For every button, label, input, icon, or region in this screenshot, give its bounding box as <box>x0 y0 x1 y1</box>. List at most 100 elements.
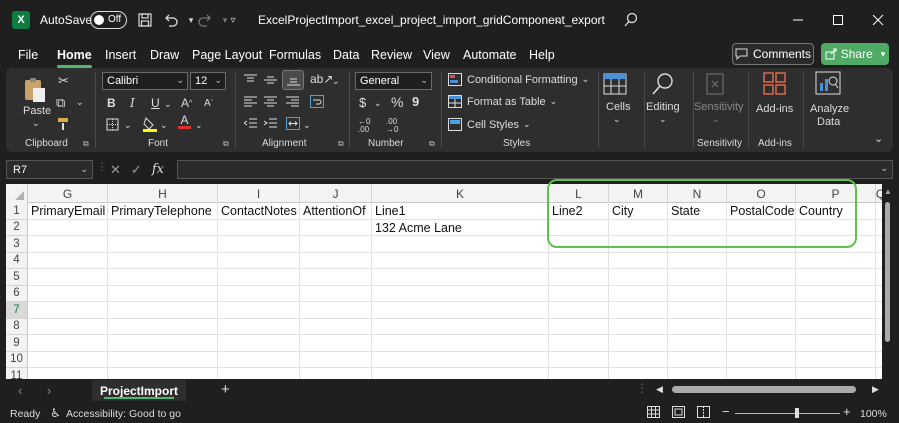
tab-help[interactable]: Help <box>529 48 555 62</box>
paste-icon[interactable] <box>22 76 48 102</box>
comments-button[interactable]: Comments <box>732 43 814 65</box>
analyze-data-label-line2[interactable]: Data <box>817 116 840 128</box>
row-header-8[interactable]: 8 <box>6 318 28 335</box>
next-sheet-icon[interactable]: › <box>47 383 51 398</box>
merge-dropdown-icon[interactable]: ⌄ <box>303 120 311 131</box>
redo-icon[interactable] <box>194 9 216 31</box>
tab-file[interactable]: File <box>18 48 38 62</box>
accessibility-icon[interactable]: ♿ <box>50 406 61 420</box>
tab-review[interactable]: Review <box>371 48 412 62</box>
copy-icon[interactable]: ⧉ <box>56 95 65 111</box>
previous-sheet-icon[interactable]: ‹ <box>18 383 22 398</box>
row-header-10[interactable]: 10 <box>6 351 28 368</box>
comma-style-icon[interactable]: 9 <box>412 94 419 109</box>
share-dropdown-icon[interactable]: ▾ <box>881 49 886 60</box>
decrease-decimal-icon[interactable]: .00 →0 <box>386 118 398 134</box>
borders-icon[interactable] <box>106 118 119 131</box>
add-sheet-icon[interactable]: + <box>221 381 230 398</box>
expand-formula-icon[interactable]: ⌄ <box>880 163 888 174</box>
add-ins-icon[interactable] <box>763 72 789 96</box>
column-header-p[interactable]: P <box>796 184 876 203</box>
tab-formulas[interactable]: Formulas <box>269 48 321 62</box>
cancel-icon[interactable]: ✕ <box>110 162 121 178</box>
tab-page-layout[interactable]: Page Layout <box>192 48 262 62</box>
row-header-11[interactable]: 11 <box>6 368 28 379</box>
alignment-launcher-icon[interactable]: ⧉ <box>338 139 344 149</box>
analyze-data-label-line1[interactable]: Analyze <box>810 103 849 115</box>
scroll-right-icon[interactable]: ▶ <box>872 384 879 395</box>
orientation-dropdown-icon[interactable]: ⌄ <box>332 76 340 87</box>
increase-indent-icon[interactable] <box>264 118 277 130</box>
name-box[interactable]: R7 ⌄ <box>6 160 93 179</box>
tab-insert[interactable]: Insert <box>105 48 136 62</box>
minimize-icon[interactable] <box>786 8 810 32</box>
tab-home[interactable]: Home <box>57 48 92 68</box>
sensitivity-dropdown-icon[interactable]: ⌄ <box>712 114 720 125</box>
page-break-view-icon[interactable] <box>697 406 710 421</box>
percent-icon[interactable]: % <box>391 94 403 110</box>
underline-dropdown-icon[interactable]: ⌄ <box>164 99 172 110</box>
horizontal-scroll-thumb[interactable] <box>672 386 856 393</box>
page-layout-view-icon[interactable] <box>672 406 685 421</box>
clipboard-launcher-icon[interactable]: ⧉ <box>83 139 89 149</box>
conditional-formatting-button[interactable]: Conditional Formatting ⌄ <box>448 73 589 86</box>
sensitivity-icon[interactable] <box>704 71 730 95</box>
align-left-icon[interactable] <box>244 96 257 108</box>
column-header-g[interactable]: G <box>28 184 108 203</box>
fill-color-icon[interactable] <box>143 116 157 132</box>
scroll-up-icon[interactable]: ▲ <box>884 187 892 196</box>
decrease-indent-icon[interactable] <box>244 118 257 130</box>
save-icon[interactable] <box>134 9 156 31</box>
zoom-slider[interactable] <box>735 413 840 414</box>
editing-label[interactable]: Editing <box>646 101 680 113</box>
number-format-select[interactable]: General ⌄ <box>355 72 432 90</box>
font-color-icon[interactable]: A <box>178 114 191 129</box>
paste-dropdown-icon[interactable]: ⌄ <box>32 118 40 129</box>
column-header-h[interactable]: H <box>108 184 218 203</box>
vertical-scrollbar[interactable]: ▲ <box>882 184 893 379</box>
decrease-font-size-icon[interactable]: Aˇ <box>204 98 213 109</box>
row-header-1[interactable]: 1 <box>6 203 28 220</box>
italic-button[interactable]: I <box>130 96 135 110</box>
orientation-icon[interactable]: ab↗ <box>310 72 333 86</box>
editing-dropdown-icon[interactable]: ⌄ <box>659 114 667 125</box>
align-right-icon[interactable] <box>286 96 299 108</box>
tab-split-handle[interactable]: ⋮ <box>636 381 648 395</box>
sensitivity-label[interactable]: Sensitivity <box>694 101 744 113</box>
editing-search-icon[interactable] <box>651 72 677 96</box>
align-center-icon[interactable] <box>264 96 277 108</box>
cell-m1[interactable]: City <box>612 204 634 218</box>
column-header-n[interactable]: N <box>668 184 727 203</box>
format-as-table-button[interactable]: Format as Table ⌄ <box>448 95 557 108</box>
cell-styles-button[interactable]: Cell Styles ⌄ <box>448 118 531 131</box>
spreadsheet-grid[interactable]: G H I J K L M N O P Q 1 2 3 4 5 6 7 8 9 10 11 PrimaryEmail Prim… <box>6 184 882 379</box>
formula-input[interactable]: ⌄ <box>177 160 893 179</box>
fill-color-dropdown-icon[interactable]: ⌄ <box>160 120 168 131</box>
cell-g1[interactable]: PrimaryEmail <box>31 204 105 218</box>
insert-function-icon[interactable]: fx <box>152 162 164 177</box>
cell-k2[interactable]: 132 Acme Lane <box>375 221 462 235</box>
column-header-l[interactable]: L <box>549 184 609 203</box>
cells-dropdown-icon[interactable]: ⌄ <box>613 114 621 125</box>
zoom-in-icon[interactable]: + <box>843 404 851 419</box>
cell-i1[interactable]: ContactNotes <box>221 204 297 218</box>
maximize-icon[interactable] <box>826 8 850 32</box>
wrap-text-icon[interactable] <box>310 95 324 108</box>
cut-icon[interactable]: ✂ <box>58 73 69 89</box>
cell-p1[interactable]: Country <box>799 204 843 218</box>
row-header-4[interactable]: 4 <box>6 252 28 269</box>
align-top-icon[interactable] <box>244 74 257 86</box>
merge-center-icon[interactable] <box>286 117 300 130</box>
borders-dropdown-icon[interactable]: ⌄ <box>124 120 132 131</box>
tab-draw[interactable]: Draw <box>150 48 179 62</box>
customize-toolbar-icon[interactable]: ▿ <box>222 9 244 31</box>
cells-label[interactable]: Cells <box>606 101 630 113</box>
increase-font-size-icon[interactable]: A ^ <box>181 96 192 110</box>
column-header-o[interactable]: O <box>727 184 796 203</box>
title-dropdown-icon[interactable]: ⌄ <box>548 9 570 31</box>
add-ins-label[interactable]: Add-ins <box>756 103 793 115</box>
tab-automate[interactable]: Automate <box>463 48 517 62</box>
cell-j1[interactable]: AttentionOf <box>303 204 366 218</box>
row-header-3[interactable]: 3 <box>6 236 28 253</box>
ribbon-collapse-icon[interactable]: ⌄ <box>874 132 883 145</box>
